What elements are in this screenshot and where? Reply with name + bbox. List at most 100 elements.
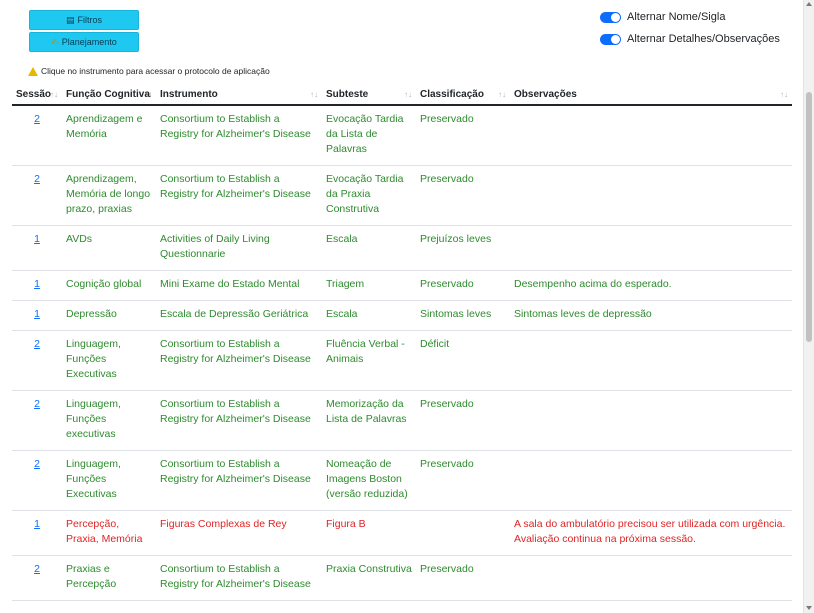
- cell-classificacao: Preservado: [416, 390, 510, 451]
- cell-sessao[interactable]: 1: [12, 510, 62, 556]
- table-row: 2 Praxias e Percepção Consortium to Establ…: [12, 555, 792, 601]
- cell-sessao[interactable]: 2: [12, 555, 62, 601]
- table-row: 2 Linguagem, Funções Executivas Consortium…: [12, 450, 792, 511]
- cell-classificacao: Preservado: [416, 450, 510, 511]
- scroll-up-icon[interactable]: [806, 2, 812, 6]
- filtros-button[interactable]: ▤ Filtros: [29, 10, 139, 30]
- header-observacoes[interactable]: Observações ↑↓: [510, 86, 792, 106]
- cell-funcao: Aprendizagem e Memória: [62, 105, 156, 166]
- cell-classificacao: Prejuízos leves: [416, 225, 510, 271]
- cell-subteste: Escala: [322, 225, 416, 271]
- session-link[interactable]: 2: [34, 113, 40, 125]
- cell-observacoes: [510, 165, 792, 226]
- cell-sessao[interactable]: 2: [12, 450, 62, 511]
- cell-sessao[interactable]: 2: [12, 105, 62, 166]
- planejamento-button[interactable]: ✍ Planejamento: [29, 32, 139, 52]
- cell-observacoes: [510, 225, 792, 271]
- cell-instrumento[interactable]: Activities of Daily Living Questionnarie: [156, 225, 322, 271]
- toggle-nome-sigla[interactable]: Alternar Nome/Sigla: [600, 11, 725, 23]
- toggle-switch[interactable]: [600, 11, 621, 23]
- header-subteste[interactable]: Subteste ↑↓: [322, 86, 416, 106]
- sort-icon[interactable]: ↑↓: [310, 90, 318, 99]
- toggle-switch[interactable]: [600, 33, 621, 45]
- cell-classificacao: Preservado: [416, 555, 510, 601]
- cell-sessao[interactable]: 1: [12, 225, 62, 271]
- cell-observacoes: [510, 450, 792, 511]
- cell-instrumento[interactable]: Consortium to Establish a Registry for A…: [156, 555, 322, 601]
- header-funcao[interactable]: Função Cognitiva ↑↓: [62, 86, 156, 106]
- cell-funcao: Depressão: [62, 300, 156, 331]
- cell-instrumento[interactable]: Consortium to Establish a Registry for A…: [156, 105, 322, 166]
- cell-observacoes: [510, 555, 792, 601]
- cell-subteste: Nomeação de Imagens Boston (versão reduz…: [322, 450, 416, 511]
- hint-text: Clique no instrumento para acessar o pro…: [28, 66, 270, 76]
- cell-classificacao: Sintomas leves: [416, 300, 510, 331]
- table-row: 2 Aprendizagem, Memória de longo prazo, p…: [12, 165, 792, 226]
- cell-subteste: Escala: [322, 300, 416, 331]
- cell-instrumento[interactable]: Consortium to Establish a Registry for A…: [156, 165, 322, 226]
- scrollbar-thumb[interactable]: [806, 92, 812, 342]
- table-row: 2 Aprendizagem e Memória Consortium to Est…: [12, 105, 792, 166]
- planejamento-label: Planejamento: [61, 37, 117, 47]
- cell-instrumento[interactable]: Escala de Depressão Geriátrica: [156, 300, 322, 331]
- sort-icon[interactable]: ↑↓: [498, 90, 506, 99]
- session-link[interactable]: 2: [34, 338, 40, 350]
- sort-icon[interactable]: ↑↓: [50, 90, 58, 99]
- table-row: 2 Linguagem, Funções executivas Consortium…: [12, 390, 792, 451]
- session-link[interactable]: 2: [34, 398, 40, 410]
- sort-icon[interactable]: ↑↓: [404, 90, 412, 99]
- cell-observacoes: [510, 330, 792, 391]
- page: ▤ Filtros ✍ Planejamento Alternar Nome/S…: [0, 0, 804, 613]
- cell-funcao: Linguagem, Funções executivas: [62, 390, 156, 451]
- toggle-detalhes-observacoes[interactable]: Alternar Detalhes/Observações: [600, 33, 780, 45]
- cell-sessao[interactable]: 1: [12, 270, 62, 301]
- cell-observacoes: Sintomas leves de depressão: [510, 300, 792, 331]
- cell-funcao: Aprendizagem, Memória de longo prazo, pr…: [62, 165, 156, 226]
- cell-instrumento[interactable]: Consortium to Establish a Registry for A…: [156, 450, 322, 511]
- sort-icon[interactable]: ↑↓: [144, 90, 152, 99]
- cell-subteste: Evocação Tardia da Lista de Palavras: [322, 105, 416, 166]
- session-link[interactable]: 1: [34, 308, 40, 320]
- header-sessao[interactable]: Sessão ↑↓: [12, 86, 62, 106]
- cell-instrumento[interactable]: Consortium to Establish a Registry for A…: [156, 330, 322, 391]
- cell-observacoes: [510, 390, 792, 451]
- cell-instrumento[interactable]: Mini Exame do Estado Mental: [156, 270, 322, 301]
- sort-icon[interactable]: ↑↓: [780, 90, 788, 99]
- cell-subteste: Praxia Construtiva: [322, 555, 416, 601]
- scroll-down-icon[interactable]: [806, 606, 812, 610]
- cell-sessao[interactable]: 2: [12, 330, 62, 391]
- cell-observacoes: [510, 105, 792, 166]
- cell-classificacao: Preservado: [416, 270, 510, 301]
- table-row: 2 Linguagem, Funções Executivas Consortium…: [12, 330, 792, 391]
- cell-sessao[interactable]: 2: [12, 390, 62, 451]
- cell-classificacao: Déficit: [416, 330, 510, 391]
- cell-subteste: Evocação Tardia da Praxia Construtiva: [322, 165, 416, 226]
- cell-sessao[interactable]: 2: [12, 165, 62, 226]
- session-link[interactable]: 1: [34, 518, 40, 530]
- cell-funcao: Percepção, Praxia, Memória: [62, 510, 156, 556]
- session-link[interactable]: 2: [34, 563, 40, 575]
- cell-sessao[interactable]: 1: [12, 300, 62, 331]
- header-classificacao[interactable]: Classificação ↑↓: [416, 86, 510, 106]
- filtros-label: Filtros: [77, 15, 103, 25]
- session-link[interactable]: 2: [34, 458, 40, 470]
- cell-funcao: Cognição global: [62, 270, 156, 301]
- warning-icon: [28, 66, 38, 76]
- vertical-scrollbar[interactable]: [803, 0, 814, 613]
- session-link[interactable]: 1: [34, 278, 40, 290]
- toggle-label: Alternar Detalhes/Observações: [627, 33, 780, 45]
- cell-funcao: Linguagem, Funções Executivas: [62, 450, 156, 511]
- cell-funcao: Linguagem, Funções Executivas: [62, 330, 156, 391]
- session-link[interactable]: 1: [34, 233, 40, 245]
- header-instrumento[interactable]: Instrumento ↑↓: [156, 86, 322, 106]
- table-header-row: Sessão ↑↓ Função Cognitiva ↑↓ Instrumento ↑…: [12, 86, 792, 106]
- cell-subteste: Triagem: [322, 270, 416, 301]
- table-row: 1 Percepção, Praxia, Memória Figuras Compl…: [12, 510, 792, 556]
- cell-classificacao: Preservado: [416, 105, 510, 166]
- table-row: 1 AVDs Activities of Daily Living Question…: [12, 225, 792, 271]
- hint-label: Clique no instrumento para acessar o pro…: [41, 66, 270, 76]
- cell-instrumento[interactable]: Figuras Complexas de Rey: [156, 510, 322, 556]
- session-link[interactable]: 2: [34, 173, 40, 185]
- cell-instrumento[interactable]: Consortium to Establish a Registry for A…: [156, 390, 322, 451]
- cell-funcao: Praxias e Percepção: [62, 555, 156, 601]
